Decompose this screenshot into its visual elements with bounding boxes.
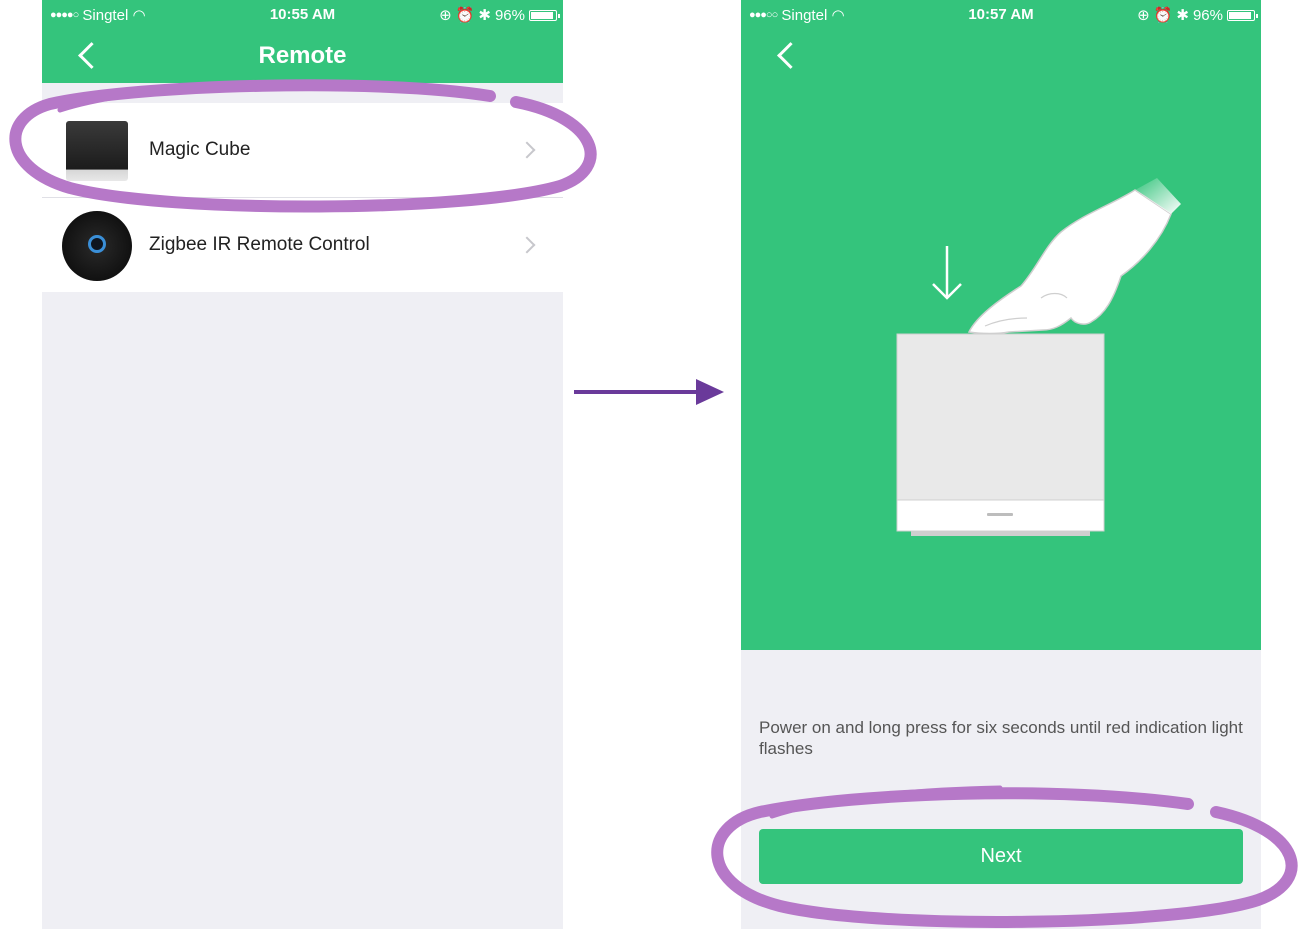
pairing-instructions-screen: ●●●○○ Singtel ◠ 10:57 AM ⊕ ⏰ ✱ 96% Power…	[741, 0, 1261, 929]
remote-list-screen: ●●●●○ Singtel ◠ 10:55 AM ⊕ ⏰ ✱ 96% Remot…	[42, 0, 563, 929]
status-right: ⊕ ⏰ ✱ 96%	[439, 6, 560, 24]
hand-icon	[967, 178, 1181, 335]
nav-bar: ●●●●○ Singtel ◠ 10:55 AM ⊕ ⏰ ✱ 96% Remot…	[42, 0, 563, 83]
battery-icon	[529, 9, 560, 21]
chevron-right-icon	[518, 236, 536, 254]
lock-rotation-icon: ⊕	[439, 7, 452, 24]
list-item-zigbee-ir[interactable]: Zigbee IR Remote Control	[42, 198, 563, 292]
battery-percent: 96%	[494, 6, 525, 24]
alarm-icon: ⏰	[455, 7, 475, 24]
status-bar: ●●●●○ Singtel ◠ 10:55 AM ⊕ ⏰ ✱ 96%	[42, 4, 563, 26]
list-item-magic-cube[interactable]: Magic Cube	[42, 103, 563, 198]
page-title: Remote	[258, 42, 347, 69]
transition-arrow-icon	[574, 379, 724, 405]
device-list: Magic Cube Zigbee IR Remote Control	[42, 103, 563, 292]
chevron-right-icon	[518, 141, 536, 159]
cube-device-icon	[896, 333, 1105, 536]
magic-cube-thumbnail	[66, 121, 128, 181]
next-button[interactable]: Next	[759, 829, 1243, 884]
list-item-label: Zigbee IR Remote Control	[149, 234, 370, 255]
list-item-label: Magic Cube	[149, 139, 251, 160]
press-cube-illustration	[896, 178, 1181, 536]
bluetooth-icon: ✱	[478, 7, 491, 24]
ir-remote-thumbnail	[62, 211, 132, 281]
instruction-text: Power on and long press for six seconds …	[759, 718, 1243, 758]
press-arrow-icon	[932, 246, 962, 300]
illustration-panel: ●●●○○ Singtel ◠ 10:57 AM ⊕ ⏰ ✱ 96%	[741, 0, 1261, 650]
